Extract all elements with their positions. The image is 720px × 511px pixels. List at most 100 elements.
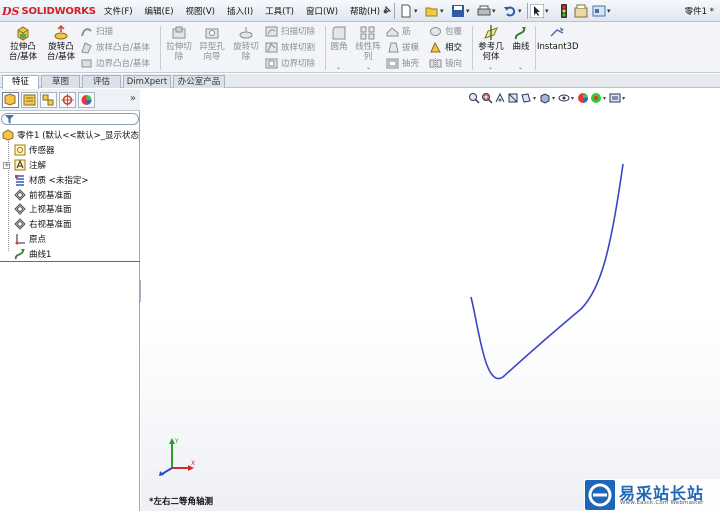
curves-icon xyxy=(514,27,526,40)
extruded-boss-label-2: 台/基体 xyxy=(8,51,38,62)
fillet-button[interactable]: 圆角 xyxy=(327,24,351,53)
chevron-down-icon[interactable]: ▾ xyxy=(607,7,611,15)
tree-item-annotations[interactable]: + 注解 xyxy=(0,158,140,173)
intersect-button[interactable]: 相交 xyxy=(429,40,462,54)
property-manager-tab[interactable] xyxy=(21,92,38,108)
curves-dropdown[interactable]: ⌄ xyxy=(518,64,523,71)
menu-file[interactable]: 文件(F) xyxy=(101,4,136,18)
extruded-boss-button[interactable]: 拉伸凸 台/基体 xyxy=(5,24,41,62)
chevron-down-icon[interactable]: ▾ xyxy=(414,7,418,15)
tree-item-front-plane[interactable]: 前视基准面 xyxy=(0,187,140,202)
chevron-down-icon[interactable]: ▾ xyxy=(518,7,522,15)
lofted-cut-button[interactable]: 放样切割 xyxy=(265,40,315,54)
rib-button[interactable]: 筋 xyxy=(386,24,411,38)
chevron-down-icon[interactable]: ▾ xyxy=(466,7,470,15)
tab-office-products[interactable]: 办公室产品 xyxy=(173,75,225,88)
quick-access-separator xyxy=(394,3,395,19)
extruded-cut-button[interactable]: 拉伸切 除 xyxy=(163,24,195,62)
boundary-icon xyxy=(81,59,92,67)
chevron-down-icon[interactable]: ▾ xyxy=(492,7,496,15)
configuration-manager-tab[interactable] xyxy=(40,92,57,108)
hole-wizard-label-2: 向导 xyxy=(203,51,221,62)
reference-geometry-dropdown[interactable]: ⌄ xyxy=(488,64,493,71)
watermark-logo xyxy=(585,480,615,510)
hole-wizard-button[interactable]: 异型孔 向导 xyxy=(196,24,228,62)
reference-geometry-button[interactable]: 参考几 何体 xyxy=(474,24,508,62)
pin-icon[interactable] xyxy=(381,4,393,16)
menu-view[interactable]: 视图(V) xyxy=(183,4,218,18)
tree-item-part[interactable]: 零件1 (默认<<默认>_显示状态 xyxy=(0,128,140,143)
display-manager-icon xyxy=(81,95,92,105)
undo-button[interactable]: ▾ xyxy=(503,3,522,19)
tree-item-label: 右视基准面 xyxy=(29,220,72,231)
wrap-button[interactable]: 包覆 xyxy=(429,24,462,38)
fillet-dropdown[interactable]: ⌄ xyxy=(336,64,341,71)
curve1-geometry[interactable] xyxy=(470,163,624,380)
curve-icon xyxy=(14,248,25,260)
revolved-boss-button[interactable]: 旋转凸 台/基体 xyxy=(43,24,79,62)
tab-features[interactable]: 特征 xyxy=(2,75,39,89)
tree-item-curve1[interactable]: 曲线1 xyxy=(0,246,140,261)
swept-cut-button[interactable]: 扫描切除 xyxy=(265,24,315,38)
menu-edit[interactable]: 编辑(E) xyxy=(142,4,177,18)
tree-item-label: 零件1 (默认<<默认>_显示状态 xyxy=(17,131,140,142)
tree-item-origin[interactable]: 原点 xyxy=(0,232,140,247)
new-document-button[interactable]: ▾ xyxy=(399,3,418,19)
rebuild-button[interactable] xyxy=(557,3,571,19)
fillet-label: 圆角 xyxy=(330,42,348,52)
sweep-icon xyxy=(81,27,92,36)
feature-tree-filter[interactable] xyxy=(1,113,139,125)
linear-pattern-dropdown[interactable]: ⌄ xyxy=(366,64,371,71)
reference-geometry-icon xyxy=(484,25,498,40)
mirror-button[interactable]: 镜向 xyxy=(429,56,462,70)
file-properties-icon xyxy=(574,4,588,18)
loft-icon xyxy=(81,41,92,54)
sweep-button[interactable]: 扫描 xyxy=(80,24,113,38)
logo-ds: DS xyxy=(2,4,20,18)
chevron-down-icon[interactable]: ▾ xyxy=(440,7,444,15)
curves-button[interactable]: 曲线 xyxy=(509,24,533,53)
instant3d-button[interactable]: Instant3D xyxy=(537,24,579,53)
view-orientation-label: *左右二等角轴测 xyxy=(149,497,213,507)
chevron-down-icon[interactable]: ▾ xyxy=(545,7,549,15)
print-button[interactable]: ▾ xyxy=(477,3,496,19)
tree-item-right-plane[interactable]: 右视基准面 xyxy=(0,217,140,232)
boundary-cut-button[interactable]: 边界切除 xyxy=(265,56,315,70)
menu-bar: 文件(F) 编辑(E) 视图(V) 插入(I) 工具(T) 窗口(W) 帮助(H… xyxy=(101,4,389,18)
rib-label: 筋 xyxy=(402,27,411,37)
save-button[interactable]: ▾ xyxy=(451,3,470,19)
select-button[interactable]: ▾ xyxy=(530,3,549,19)
solidworks-logo[interactable]: DS SOLIDWORKS xyxy=(2,3,96,19)
tree-item-top-plane[interactable]: 上视基准面 xyxy=(0,202,140,217)
linear-pattern-button[interactable]: 线性阵 列 xyxy=(353,24,383,62)
tree-item-sensors[interactable]: 传感器 xyxy=(0,143,140,158)
logo-text: SOLIDWORKS xyxy=(21,5,96,17)
tree-item-material[interactable]: 材质 <未指定> xyxy=(0,172,140,187)
quick-access-separator xyxy=(527,3,528,19)
panel-collapse-button[interactable]: » xyxy=(130,93,136,104)
boundary-boss-label: 边界凸台/基体 xyxy=(96,59,150,69)
loft-boss-button[interactable]: 放样凸台/基体 xyxy=(80,40,150,54)
open-folder-icon xyxy=(425,7,438,17)
open-button[interactable]: ▾ xyxy=(425,3,444,19)
tab-dimxpert[interactable]: DimXpert xyxy=(123,75,171,88)
display-manager-tab[interactable] xyxy=(78,92,95,108)
tab-sketch[interactable]: 草图 xyxy=(41,75,80,88)
graphics-area[interactable]: ▾ ▾ ▾ ▾ ▾ Y X *左右二等角轴测 xyxy=(141,89,720,511)
menu-help[interactable]: 帮助(H) xyxy=(347,4,383,18)
shell-button[interactable]: 抽壳 xyxy=(386,56,419,70)
menu-insert[interactable]: 插入(I) xyxy=(224,4,256,18)
tab-evaluate[interactable]: 评估 xyxy=(82,75,121,88)
rollback-bar[interactable] xyxy=(0,261,140,262)
expand-icon[interactable]: + xyxy=(3,161,10,169)
feature-manager-tab[interactable] xyxy=(2,92,19,108)
boundary-cut-label: 边界切除 xyxy=(281,59,316,69)
draft-button[interactable]: 拔模 xyxy=(386,40,419,54)
dimxpert-manager-tab[interactable] xyxy=(59,92,76,108)
menu-window[interactable]: 窗口(W) xyxy=(303,4,341,18)
revolved-cut-button[interactable]: 旋转切 除 xyxy=(230,24,262,62)
file-properties-button[interactable] xyxy=(574,3,588,19)
options-button[interactable]: ▾ xyxy=(592,3,611,19)
menu-tools[interactable]: 工具(T) xyxy=(262,4,297,18)
boundary-boss-button[interactable]: 边界凸台/基体 xyxy=(80,56,150,70)
